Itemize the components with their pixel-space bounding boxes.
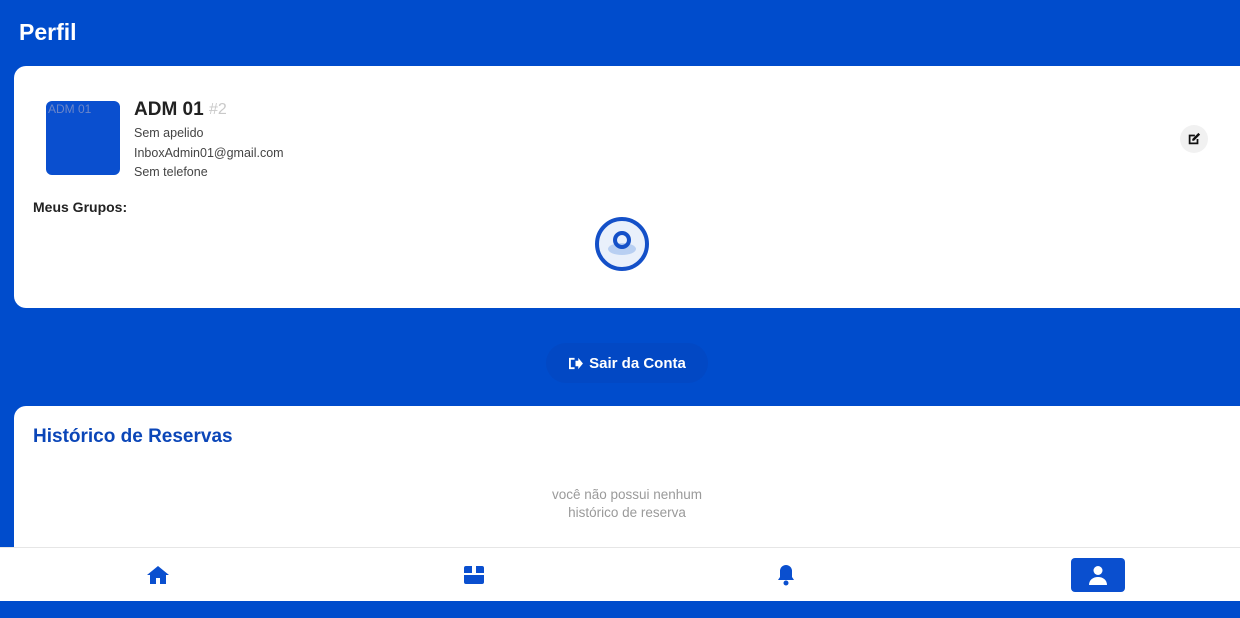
history-title: Histórico de Reservas [33,426,233,447]
avatar-alt-text: ADM 01 [48,102,92,116]
avatar: ADM 01 [46,101,120,175]
loading-spinner-icon [595,217,649,271]
profile-card: ADM 01 ADM 01 #2 Sem apelido InboxAdmin0… [14,66,1240,308]
nav-reservations[interactable] [456,558,492,592]
bell-icon [778,565,794,586]
nav-notifications[interactable] [768,558,804,592]
user-email: InboxAdmin01@gmail.com [134,146,284,160]
history-empty-line2: histórico de reserva [568,505,686,520]
home-icon [147,566,169,584]
my-groups-label: Meus Grupos: [33,199,128,215]
bottom-strip [0,601,1240,618]
logout-label: Sair da Conta [589,354,686,372]
user-phone: Sem telefone [134,165,208,179]
sign-out-icon [569,357,584,369]
bottom-nav [0,547,1240,601]
user-name: ADM 01 [134,99,204,120]
history-empty-line1: você não possui nenhum [551,487,703,502]
user-nickname: Sem apelido [134,126,204,140]
edit-icon [1188,132,1201,145]
box-icon [464,566,484,584]
user-icon [1089,566,1107,585]
history-empty-message: você não possui nenhum histórico de rese… [14,486,1240,522]
user-id-tag: #2 [209,101,227,118]
page-title: Perfil [19,19,77,45]
nav-profile[interactable] [1071,558,1125,592]
history-card: Histórico de Reservas você não possui ne… [14,406,1240,566]
nav-home[interactable] [140,558,176,592]
logout-button[interactable]: Sair da Conta [546,343,708,383]
edit-profile-button[interactable] [1180,125,1208,153]
